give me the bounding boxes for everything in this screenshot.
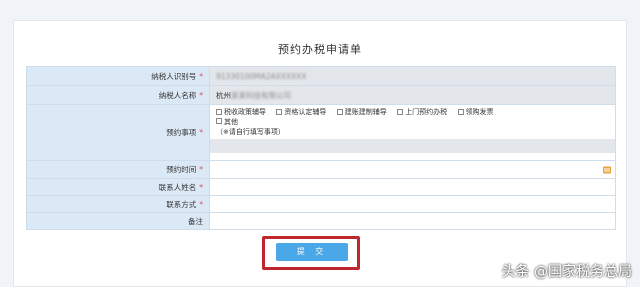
appointment-time-input[interactable] [209, 160, 616, 179]
label-contact-name: 联系人姓名 * [26, 178, 210, 196]
field-taxpayer-name: 杭州某某科技有限公司 [209, 85, 616, 105]
checkbox[interactable] [336, 109, 343, 115]
label-contact-method: 联系方式 * [26, 195, 210, 213]
label-taxpayer-id: 纳税人识别号 * [26, 66, 210, 86]
field-taxpayer-id: 91330100MA2AXXXXXX [209, 66, 616, 86]
checkbox[interactable] [457, 109, 464, 115]
row-taxpayer-name: 纳税人名称 * 杭州某某科技有限公司 [26, 85, 616, 105]
calendar-icon[interactable] [603, 166, 611, 173]
required-mark: * [199, 90, 203, 100]
page-title: 预约办税申请单 [278, 43, 362, 56]
other-note: （※请自行填写事项） [216, 128, 285, 136]
row-taxpayer-id: 纳税人识别号 * 91330100MA2AXXXXXX [26, 66, 616, 86]
required-mark: * [199, 128, 203, 137]
watermark: 头条 @国家税务总局 [501, 264, 632, 280]
taxpayer-name-blurred: 某某科技有限公司 [231, 90, 291, 100]
checkbox[interactable] [216, 118, 222, 124]
required-mark: * [199, 165, 203, 174]
other-input[interactable] [210, 139, 615, 153]
taxpayer-id-value: 91330100MA2AXXXXXX [216, 71, 307, 81]
row-appointment-time: 预约时间 * [26, 160, 616, 179]
option-qualification[interactable]: 资格认定辅导 [276, 107, 326, 117]
row-contact-name: 联系人姓名 * [26, 178, 616, 196]
remarks-input[interactable] [209, 212, 616, 230]
checkbox[interactable] [216, 109, 222, 115]
checkbox[interactable] [397, 109, 404, 115]
row-contact-method: 联系方式 * [26, 195, 616, 213]
required-mark: * [199, 182, 203, 192]
appointment-form-table: 纳税人识别号 * 91330100MA2AXXXXXX 纳税人名称 * 杭州某某科技… [26, 66, 616, 230]
row-remarks: 备注 [26, 212, 616, 230]
option-bookkeeping[interactable]: 建账建制辅导 [336, 107, 387, 117]
label-appointment-time: 预约时间 * [26, 160, 210, 179]
checkbox[interactable] [276, 109, 283, 115]
appointment-options: 税收政策辅导 资格认定辅导 建账建制辅导 上门预约办税 领购发票 [216, 105, 615, 117]
field-appointment-items: 税收政策辅导 资格认定辅导 建账建制辅导 上门预约办税 领购发票 其他 （※请自… [209, 104, 616, 161]
taxpayer-name-prefix: 杭州 [216, 90, 231, 100]
option-invoice[interactable]: 领购发票 [457, 107, 494, 117]
option-onsite[interactable]: 上门预约办税 [397, 107, 447, 117]
row-appointment-items: 预约事项 * 税收政策辅导 资格认定辅导 建账建制辅导 上门预约办税 领购发票 其… [26, 104, 616, 161]
label-taxpayer-name: 纳税人名称 * [26, 85, 210, 105]
label-appointment-items: 预约事项 * [26, 104, 210, 161]
contact-method-input[interactable] [209, 195, 616, 213]
option-tax-policy[interactable]: 税收政策辅导 [216, 107, 266, 117]
required-mark: * [199, 71, 203, 81]
option-other[interactable]: 其他 [216, 117, 615, 127]
contact-name-input[interactable] [209, 178, 616, 196]
required-mark: * [199, 199, 203, 209]
label-remarks: 备注 [26, 212, 210, 230]
submit-button[interactable]: 提 交 [276, 243, 348, 261]
